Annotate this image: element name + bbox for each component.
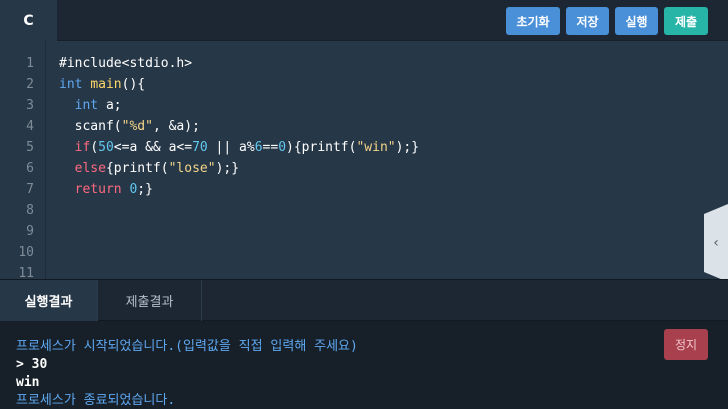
code-line: int main(){ <box>59 77 146 92</box>
line-number: 9 <box>26 224 34 239</box>
console-line: > 30 <box>16 357 48 372</box>
code-editor[interactable]: 1 2 3 4 5 6 7 8 9 10 11 #include<stdio.h… <box>0 41 728 279</box>
run-button[interactable]: 실행 <box>615 7 658 35</box>
tab-run-result[interactable]: 실행결과 <box>0 280 98 321</box>
code-line: #include<stdio.h> <box>59 56 193 71</box>
line-number: 6 <box>26 161 34 176</box>
line-number: 4 <box>26 119 34 134</box>
line-number: 2 <box>26 77 34 92</box>
code-line: int a; <box>74 98 122 113</box>
line-number: 5 <box>26 140 34 155</box>
line-number-gutter: 1 2 3 4 5 6 7 8 9 10 11 <box>0 41 46 279</box>
console-line: win <box>16 375 40 390</box>
console-line: 프로세스가 종료되었습니다. <box>16 393 176 408</box>
stop-button[interactable]: 정지 <box>664 329 708 360</box>
console-line: 프로세스가 시작되었습니다.(입력값을 직접 입력해 주세요) <box>16 339 358 354</box>
reset-button[interactable]: 초기화 <box>506 7 560 35</box>
line-number: 11 <box>18 266 34 279</box>
code-line: else{printf("lose");} <box>74 161 240 176</box>
tab-submit-result[interactable]: 제출결과 <box>98 280 202 321</box>
line-number: 10 <box>18 245 34 260</box>
code-line: return 0;} <box>74 182 153 197</box>
save-button[interactable]: 저장 <box>566 7 609 35</box>
line-number: 1 <box>26 56 34 71</box>
language-tab[interactable]: C <box>0 0 57 41</box>
editor-toolbar: C 초기화 저장 실행 제출 <box>0 0 728 41</box>
code-line: scanf("%d", &a); <box>74 119 200 134</box>
chevron-left-icon: ‹ <box>713 235 719 251</box>
console-output: 프로세스가 시작되었습니다.(입력값을 직접 입력해 주세요) > 30 win… <box>16 338 358 409</box>
code-line: if(50<=a && a<=70 || a%6==0){printf("win… <box>74 140 420 155</box>
line-number: 7 <box>26 182 34 197</box>
side-panel-toggle[interactable]: ‹ <box>704 204 728 282</box>
line-number: 3 <box>26 98 34 113</box>
submit-button[interactable]: 제출 <box>664 7 708 35</box>
output-tabs: 실행결과 제출결과 <box>0 279 728 321</box>
code-content[interactable]: #include<stdio.h> int main(){ int a; sca… <box>59 53 419 200</box>
output-console[interactable]: 프로세스가 시작되었습니다.(입력값을 직접 입력해 주세요) > 30 win… <box>0 321 728 409</box>
line-number: 8 <box>26 203 34 218</box>
